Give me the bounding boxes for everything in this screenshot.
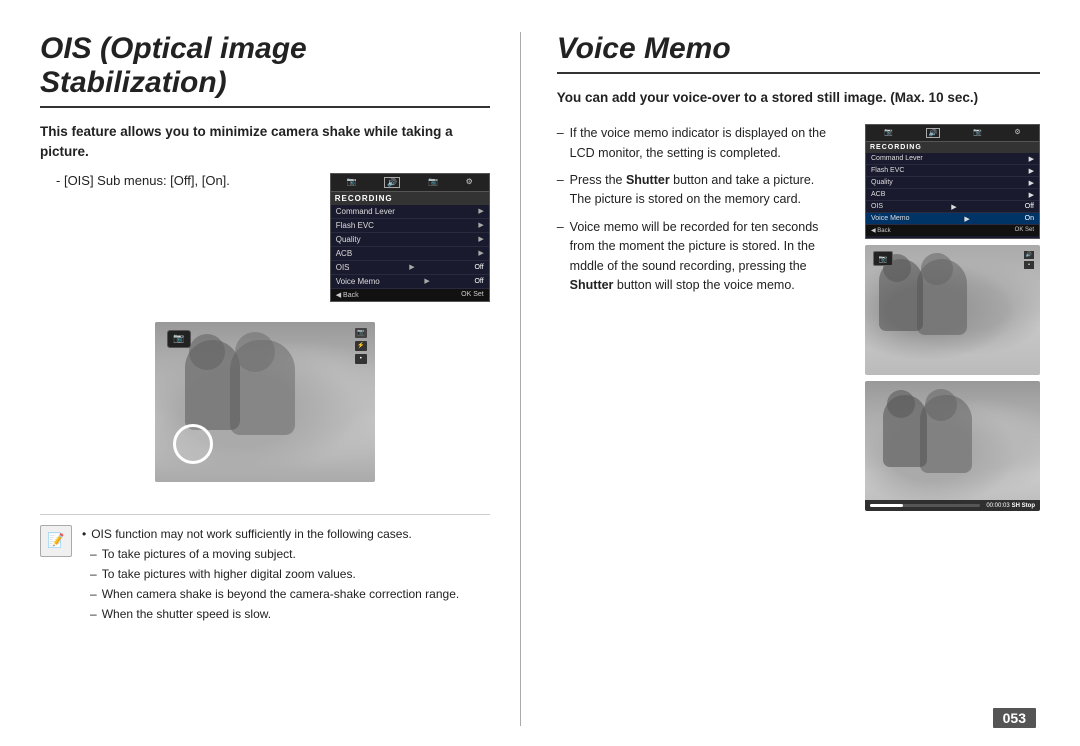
tab-settings: ⚙ xyxy=(466,177,473,188)
voice-photo-preview-2: 00:00:03 SH Stop xyxy=(865,381,1040,511)
note-section: 📝 OIS function may not work sufficiently… xyxy=(40,514,490,625)
page-number: 053 xyxy=(993,708,1036,728)
voice-menu-image: 📷 🔊 📷 ⚙ RECORDING Command Lever▶ Flash E… xyxy=(865,124,1040,239)
rmenu-ois: OIS▶Off xyxy=(866,201,1039,213)
note-dash-4: When the shutter speed is slow. xyxy=(90,605,459,623)
tab-photo: 📷 xyxy=(428,177,438,188)
right-intro: You can add your voice-over to a stored … xyxy=(557,88,1040,108)
recording-bottom-bar: 00:00:03 SH Stop xyxy=(865,500,1040,511)
left-section: OIS (Optical image Stabilization) This f… xyxy=(40,32,521,726)
rmenu-section: RECORDING xyxy=(866,142,1039,153)
bullet-3-text: Voice memo will be recorded for ten seco… xyxy=(570,218,839,296)
left-title: OIS (Optical image Stabilization) xyxy=(40,32,490,108)
rtab-camera: 📷 xyxy=(884,128,893,138)
right-bullets-section: – If the voice memo indicator is display… xyxy=(557,124,849,511)
note-bullet: OIS function may not work sufficiently i… xyxy=(82,525,459,543)
right-title: Voice Memo xyxy=(557,32,1040,74)
submenu-item: [OIS] Sub menus: [Off], [On]. xyxy=(56,173,310,188)
rmenu-command: Command Lever▶ xyxy=(866,153,1039,165)
rmenu-flash: Flash EVC▶ xyxy=(866,165,1039,177)
note-icon: 📝 xyxy=(40,525,72,557)
recording-time: 00:00:03 xyxy=(986,503,1009,509)
tab-sound: 🔊 xyxy=(384,177,400,188)
bullet-1-text: If the voice memo indicator is displayed… xyxy=(570,124,839,163)
note-dash-2: To take pictures with higher digital zoo… xyxy=(90,565,459,583)
menu-row-flash: Flash EVC▶ xyxy=(331,219,489,233)
note-content: OIS function may not work sufficiently i… xyxy=(82,525,459,625)
right-section: Voice Memo You can add your voice-over t… xyxy=(521,32,1040,726)
left-intro: This feature allows you to minimize came… xyxy=(40,122,490,163)
recording-progress xyxy=(870,504,980,507)
ois-photo-preview: 📷 📷 ⚡ • xyxy=(155,322,375,482)
tab-camera: 📷 xyxy=(347,177,357,188)
bullet-2-text: Press the Shutter button and take a pict… xyxy=(570,171,839,210)
camera-menu-image: 📷 🔊 📷 ⚙ RECORDING Command Lever▶ Flash E… xyxy=(330,173,490,302)
right-bullet-1: – If the voice memo indicator is display… xyxy=(557,124,839,163)
rtab-settings: ⚙ xyxy=(1014,128,1020,138)
rtab-photo: 📷 xyxy=(973,128,982,138)
menu-row-quality: Quality▶ xyxy=(331,233,489,247)
rmenu-bottom: ◀ BackOK Set xyxy=(866,225,1039,236)
menu-row-command: Command Lever▶ xyxy=(331,205,489,219)
right-bullet-2: – Press the Shutter button and take a pi… xyxy=(557,171,839,210)
photo-icons: 📷 ⚡ • xyxy=(355,328,367,364)
menu-row-acb: ACB▶ xyxy=(331,247,489,261)
menu-row-ois: OIS▶Off xyxy=(331,261,489,275)
rmenu-acb: ACB▶ xyxy=(866,189,1039,201)
rmenu-voice-memo: Voice Memo▶On xyxy=(866,213,1039,225)
right-bullet-3: – Voice memo will be recorded for ten se… xyxy=(557,218,839,296)
voice-photo-preview-1: 📷 🔊 • xyxy=(865,245,1040,375)
rtab-sound: 🔊 xyxy=(926,128,941,138)
menu-row-voice: Voice Memo▶Off xyxy=(331,275,489,289)
note-dash-3: When camera shake is beyond the camera-s… xyxy=(90,585,459,603)
menu-bottom-bar: ◀ Back OK Set xyxy=(331,289,489,301)
submenu-list: [OIS] Sub menus: [Off], [On]. xyxy=(56,173,310,188)
right-images: 📷 🔊 📷 ⚙ RECORDING Command Lever▶ Flash E… xyxy=(865,124,1040,511)
photo-camera-overlay: 📷 xyxy=(167,330,191,348)
rmenu-quality: Quality▶ xyxy=(866,177,1039,189)
note-dash-1: To take pictures of a moving subject. xyxy=(90,545,459,563)
menu-section-label: RECORDING xyxy=(331,192,489,205)
sh-label: SH Stop xyxy=(1012,503,1035,509)
